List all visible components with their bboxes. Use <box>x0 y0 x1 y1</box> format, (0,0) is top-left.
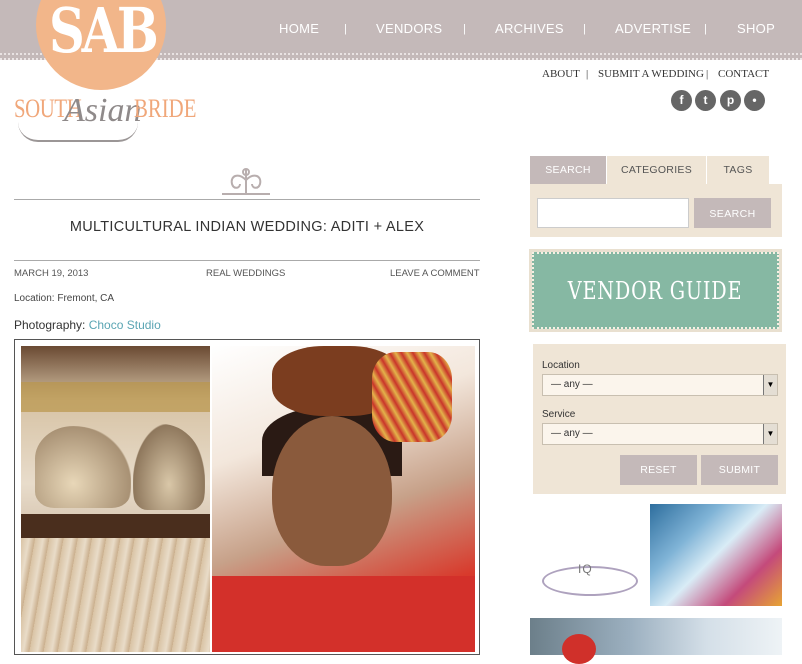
tab-search[interactable]: SEARCH <box>530 156 606 184</box>
vendor-guide-inner: VENDOR GUIDE <box>532 252 779 329</box>
nav-separator: | <box>706 68 709 80</box>
post-location: Location: Fremont, CA <box>14 293 115 304</box>
logo-swoosh <box>18 122 138 142</box>
sidebar-tabs: SEARCH CATEGORIES TAGS <box>530 156 769 184</box>
shoes-photo <box>21 346 210 652</box>
search-input[interactable] <box>537 198 689 228</box>
search-panel: SEARCH <box>530 184 782 237</box>
location-select[interactable]: — any — ▼ <box>542 374 778 396</box>
facebook-icon[interactable]: f <box>671 90 692 111</box>
nav-separator: | <box>586 68 589 80</box>
nav-archives[interactable]: ARCHIVES <box>495 21 564 36</box>
nav-separator: | <box>344 23 347 35</box>
location-select-value: — any — <box>551 379 593 390</box>
nav-home[interactable]: HOME <box>279 21 319 36</box>
pinterest-icon[interactable]: p <box>720 90 741 111</box>
location-label: Location <box>542 360 580 371</box>
chevron-down-icon[interactable]: ▼ <box>763 375 777 395</box>
nav-separator: | <box>583 23 586 35</box>
util-contact[interactable]: CONTACT <box>718 68 769 80</box>
nav-separator: | <box>463 23 466 35</box>
chevron-down-icon[interactable]: ▼ <box>763 424 777 444</box>
banner-ad[interactable] <box>530 618 782 664</box>
logo-wordmark[interactable]: SOUTH Asian BRIDE <box>14 92 197 129</box>
twitter-icon[interactable]: t <box>695 90 716 111</box>
vendor-guide-label: VENDOR GUIDE <box>568 276 743 305</box>
util-about[interactable]: ABOUT <box>542 68 580 80</box>
ad-logo-text: IQ <box>578 562 593 576</box>
service-select-value: — any — <box>551 428 593 439</box>
divider <box>14 199 480 200</box>
tab-tags[interactable]: TAGS <box>707 156 769 184</box>
vendor-filter-panel: Location — any — ▼ Service — any — ▼ RES… <box>533 344 786 494</box>
leave-comment-link[interactable]: LEAVE A COMMENT <box>390 268 480 279</box>
reset-button[interactable]: RESET <box>620 455 697 485</box>
post-title[interactable]: MULTICULTURAL INDIAN WEDDING: ADITI + AL… <box>14 219 480 235</box>
tab-categories[interactable]: CATEGORIES <box>607 156 706 184</box>
photography-credit: Photography: Choco Studio <box>14 318 161 332</box>
logo-word-bride: BRIDE <box>134 94 197 123</box>
nav-separator: | <box>704 23 707 35</box>
nav-vendors[interactable]: VENDORS <box>376 21 442 36</box>
wedding-photo-ad[interactable] <box>650 504 782 606</box>
rss-icon[interactable]: • <box>744 90 765 111</box>
search-button[interactable]: SEARCH <box>694 198 771 228</box>
post-date: MARCH 19, 2013 <box>14 268 89 279</box>
ad-graphic <box>562 634 596 664</box>
logo-mark[interactable]: SAB <box>49 0 159 66</box>
service-select[interactable]: — any — ▼ <box>542 423 778 445</box>
service-label: Service <box>542 409 576 420</box>
post-category-link[interactable]: REAL WEDDINGS <box>206 268 285 279</box>
submit-button[interactable]: SUBMIT <box>701 455 778 485</box>
divider <box>14 260 480 261</box>
photography-label: Photography: <box>14 318 89 332</box>
vendor-guide-banner[interactable]: VENDOR GUIDE <box>529 249 782 332</box>
post-image[interactable] <box>14 339 480 655</box>
ornament-icon <box>218 166 274 200</box>
bride-photo <box>212 346 475 652</box>
nav-shop[interactable]: SHOP <box>737 21 775 36</box>
util-submit-wedding[interactable]: SUBMIT A WEDDING <box>598 68 704 80</box>
nav-advertise[interactable]: ADVERTISE <box>615 21 691 36</box>
photographer-link[interactable]: Choco Studio <box>89 318 161 332</box>
iq-photo-ad[interactable]: IQ <box>532 548 642 608</box>
